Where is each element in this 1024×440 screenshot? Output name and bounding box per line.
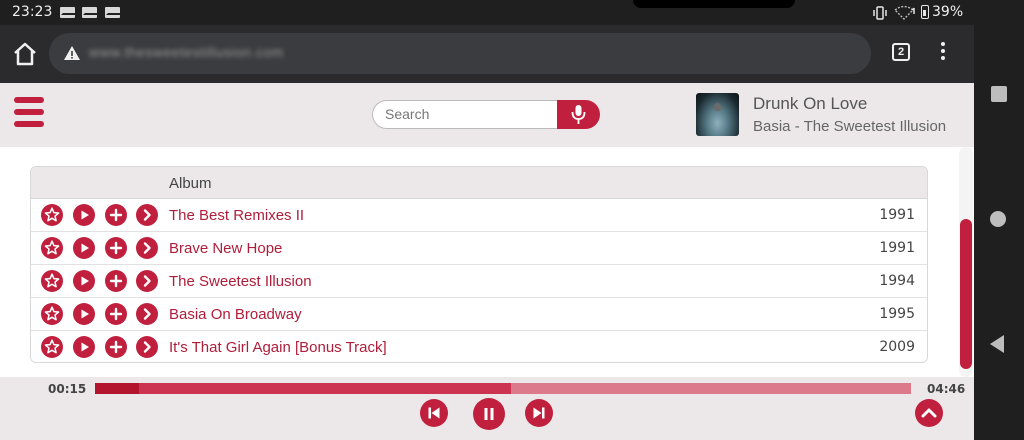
browser-toolbar: www.thesweetestillusion.com 2 [0, 25, 974, 83]
url-text: www.thesweetestillusion.com [89, 44, 284, 60]
favorite-button[interactable] [41, 270, 63, 292]
progress-played [95, 383, 139, 394]
microphone-icon [571, 105, 586, 124]
table-row[interactable]: Basia On Broadway 1995 [31, 298, 927, 331]
main-content: Album The Best Remixes II 1991 Brave New H… [0, 147, 974, 377]
hamburger-menu-icon[interactable] [14, 97, 44, 129]
table-row[interactable]: Brave New Hope 1991 [31, 232, 927, 265]
table-header: Album [31, 167, 927, 199]
tab-switcher-button[interactable]: 2 [892, 43, 910, 61]
now-playing-album-art[interactable] [696, 93, 739, 136]
total-time: 04:46 [927, 382, 966, 396]
play-album-button[interactable] [73, 303, 95, 325]
add-to-queue-button[interactable] [105, 204, 127, 226]
album-title-link[interactable]: Brave New Hope [169, 240, 282, 257]
overflow-menu-icon[interactable] [938, 42, 948, 64]
camera-notch [633, 0, 795, 8]
battery-percentage: 39% [932, 4, 964, 20]
open-album-button[interactable] [136, 204, 158, 226]
expand-player-button[interactable] [915, 399, 943, 427]
status-bar: 23:23 39% [0, 0, 974, 25]
table-row[interactable]: The Sweetest Illusion 1994 [31, 265, 927, 298]
vibrate-icon [873, 6, 887, 20]
play-album-button[interactable] [73, 237, 95, 259]
table-row[interactable]: It's That Girl Again [Bonus Track] 2009 [31, 331, 927, 362]
skip-next-icon [533, 407, 545, 419]
album-year: 1991 [879, 240, 915, 256]
add-to-queue-button[interactable] [105, 237, 127, 259]
now-playing-title[interactable]: Drunk On Love [753, 94, 867, 114]
system-navigation-bar [974, 0, 1024, 440]
search-input[interactable] [385, 106, 545, 122]
pause-icon [484, 408, 494, 420]
column-header-album: Album [169, 175, 212, 192]
status-time: 23:23 [12, 4, 53, 20]
add-to-queue-button[interactable] [105, 336, 127, 358]
album-title-link[interactable]: The Sweetest Illusion [169, 273, 312, 290]
favorite-button[interactable] [41, 336, 63, 358]
play-album-button[interactable] [73, 336, 95, 358]
album-year: 2009 [879, 339, 915, 355]
chevron-up-icon [921, 408, 937, 418]
address-bar[interactable]: www.thesweetestillusion.com [49, 33, 871, 74]
album-title-link[interactable]: It's That Girl Again [Bonus Track] [169, 339, 387, 356]
open-album-button[interactable] [136, 336, 158, 358]
skip-previous-icon [428, 407, 440, 419]
album-year: 1994 [879, 273, 915, 289]
add-to-queue-button[interactable] [105, 303, 127, 325]
open-album-button[interactable] [136, 303, 158, 325]
progress-buffered [95, 383, 511, 394]
mail-notification-icon [60, 7, 75, 18]
album-table: Album The Best Remixes II 1991 Brave New H… [30, 166, 928, 363]
scrollbar-thumb[interactable] [960, 219, 972, 369]
play-album-button[interactable] [73, 204, 95, 226]
play-album-button[interactable] [73, 270, 95, 292]
battery-icon [921, 5, 929, 19]
wifi-icon [894, 5, 915, 20]
search-box [372, 100, 558, 129]
add-to-queue-button[interactable] [105, 270, 127, 292]
previous-track-button[interactable] [420, 399, 448, 427]
voice-search-button[interactable] [557, 100, 600, 129]
open-album-button[interactable] [136, 270, 158, 292]
album-year: 1995 [879, 306, 915, 322]
now-playing-subtitle[interactable]: Basia - The Sweetest Illusion [753, 118, 946, 135]
mail-notification-icon [82, 7, 97, 18]
scrollbar[interactable] [959, 147, 973, 377]
next-track-button[interactable] [525, 399, 553, 427]
app-header: Drunk On Love Basia - The Sweetest Illus… [0, 83, 974, 147]
album-title-link[interactable]: Basia On Broadway [169, 306, 302, 323]
album-year: 1991 [879, 207, 915, 223]
home-icon[interactable] [12, 42, 38, 66]
table-row[interactable]: The Best Remixes II 1991 [31, 199, 927, 232]
open-album-button[interactable] [136, 237, 158, 259]
favorite-button[interactable] [41, 303, 63, 325]
player-bar: 00:15 04:46 [0, 377, 974, 440]
back-button[interactable] [990, 335, 1004, 353]
mail-notification-icon [105, 7, 120, 18]
album-title-link[interactable]: The Best Remixes II [169, 207, 304, 224]
progress-bar[interactable] [95, 383, 911, 394]
pause-button[interactable] [473, 398, 505, 430]
warning-icon [64, 46, 80, 60]
favorite-button[interactable] [41, 237, 63, 259]
recents-button[interactable] [991, 86, 1007, 102]
current-time: 00:15 [48, 382, 87, 396]
home-button[interactable] [990, 211, 1006, 227]
favorite-button[interactable] [41, 204, 63, 226]
